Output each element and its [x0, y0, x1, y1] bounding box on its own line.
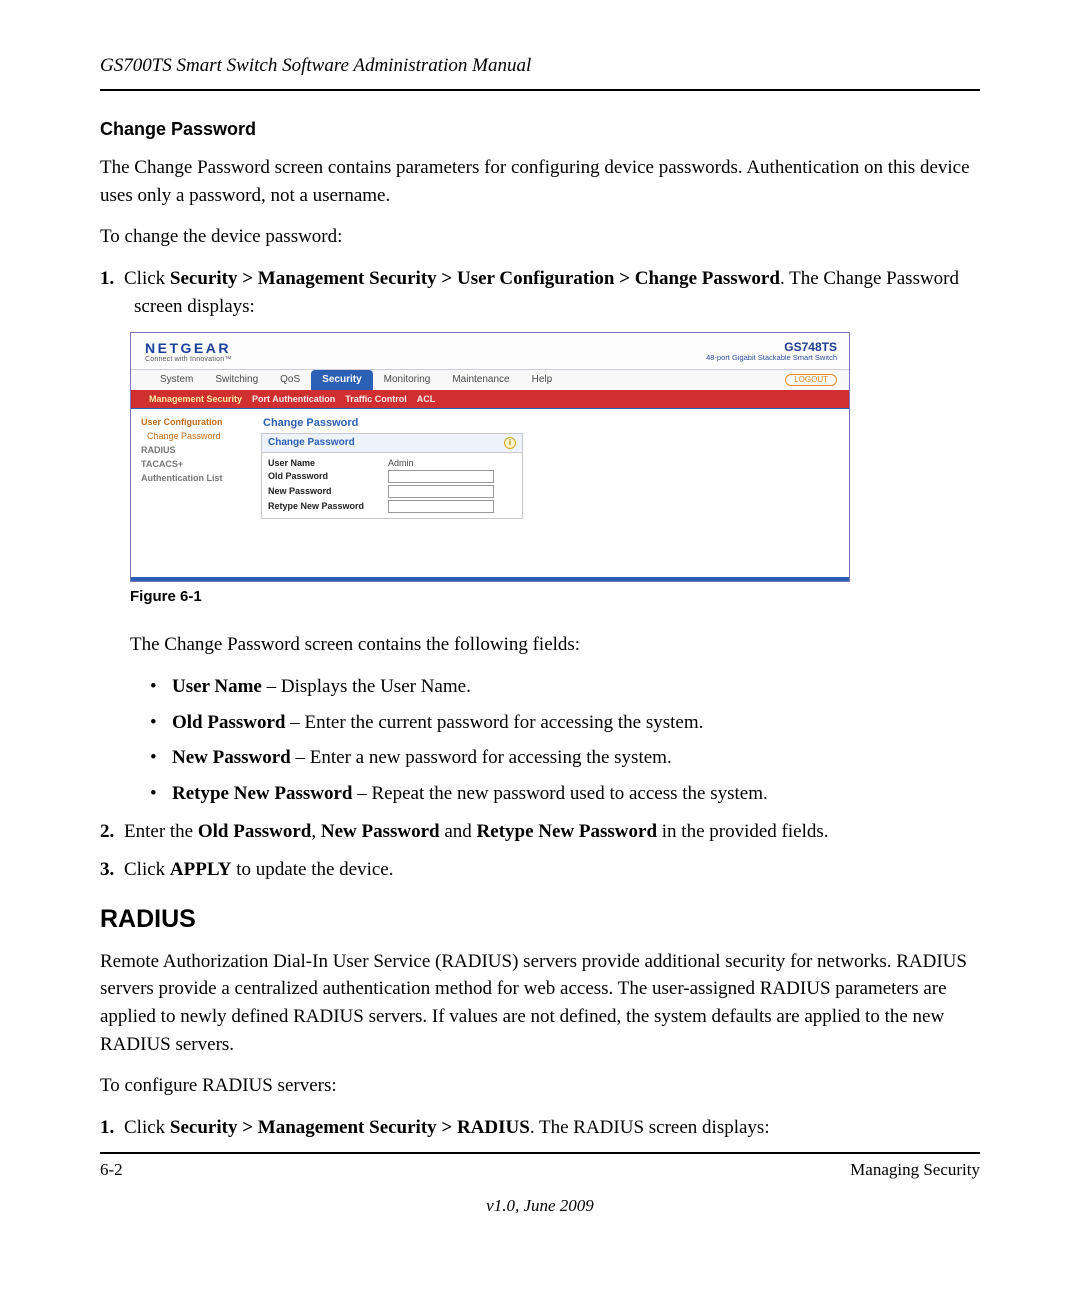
- t: in the provided fields.: [657, 821, 829, 842]
- label-retype-password: Retype New Password: [268, 501, 388, 511]
- sc-tab-row: System Switching QoS Security Monitoring…: [131, 369, 849, 390]
- bullet-user-name: User Name – Displays the User Name.: [150, 672, 980, 701]
- input-old-password[interactable]: [388, 470, 494, 483]
- sc-main: Change Password Change Password i User N…: [257, 409, 849, 577]
- fields-intro: The Change Password screen contains the …: [130, 631, 980, 659]
- model-name: GS748TS: [706, 341, 837, 354]
- heading-radius: RADIUS: [100, 905, 980, 934]
- t: New Password: [321, 821, 440, 842]
- step-2: 2.Enter the Old Password, New Password a…: [100, 818, 980, 847]
- brand-logo: NETGEAR: [145, 341, 232, 355]
- doc-title: GS700TS Smart Switch Software Administra…: [100, 55, 980, 77]
- term: New Password: [172, 747, 291, 768]
- sc-body: User Configuration Change Password RADIU…: [131, 408, 849, 577]
- step-text: Click: [124, 268, 170, 289]
- model-block: GS748TS 48-port Gigabit Stackable Smart …: [706, 341, 837, 362]
- sidebar-item-tacacs[interactable]: TACACS+: [141, 457, 251, 471]
- t: and: [440, 821, 477, 842]
- figure-caption: Figure 6-1: [130, 588, 980, 605]
- sc-sidebar: User Configuration Change Password RADIU…: [131, 409, 257, 577]
- sidebar-item-auth-list[interactable]: Authentication List: [141, 471, 251, 485]
- panel: Change Password i User Name Admin Old Pa…: [261, 433, 523, 519]
- screenshot-figure: NETGEAR Connect with Innovation™ GS748TS…: [130, 332, 850, 582]
- t: Click: [124, 1117, 170, 1138]
- sc-subtab-row: Management Security Port Authentication …: [131, 390, 849, 408]
- subtab-management-security[interactable]: Management Security: [149, 394, 242, 404]
- term: Retype New Password: [172, 783, 352, 804]
- info-icon[interactable]: i: [504, 437, 516, 449]
- step-1: 1.Click Security > Management Security >…: [100, 265, 980, 322]
- nav-path: Security > Management Security > RADIUS: [170, 1117, 530, 1138]
- panel-body: User Name Admin Old Password New Passwor…: [262, 453, 522, 518]
- row-new-pw: New Password: [268, 484, 516, 499]
- subheading-change-password: Change Password: [100, 119, 980, 140]
- subtab-acl[interactable]: ACL: [417, 394, 436, 404]
- tab-switching[interactable]: Switching: [204, 370, 269, 390]
- radius-step-1: 1.Click Security > Management Security >…: [100, 1114, 980, 1143]
- logout-button[interactable]: LOGOUT: [785, 374, 837, 386]
- horizontal-rule: [100, 1152, 980, 1154]
- tab-system[interactable]: System: [149, 370, 204, 390]
- label-user-name: User Name: [268, 458, 388, 468]
- radius-lead: To configure RADIUS servers:: [100, 1072, 980, 1100]
- brand-tagline: Connect with Innovation™: [145, 356, 232, 363]
- desc: – Enter a new password for accessing the…: [291, 747, 672, 768]
- bullet-new-password: New Password – Enter a new password for …: [150, 743, 980, 772]
- horizontal-rule: [100, 89, 980, 91]
- t: APPLY: [170, 859, 232, 880]
- step-3: 3.Click APPLY to update the device.: [100, 856, 980, 885]
- desc: – Displays the User Name.: [262, 676, 471, 697]
- model-desc: 48-port Gigabit Stackable Smart Switch: [706, 354, 837, 362]
- t: . The RADIUS screen displays:: [530, 1117, 770, 1138]
- label-old-password: Old Password: [268, 471, 388, 481]
- t: to update the device.: [232, 859, 394, 880]
- t: Old Password: [198, 821, 312, 842]
- row-retype-pw: Retype New Password: [268, 499, 516, 514]
- sidebar-item-radius[interactable]: RADIUS: [141, 443, 251, 457]
- input-retype-password[interactable]: [388, 500, 494, 513]
- bullet-retype-password: Retype New Password – Repeat the new pas…: [150, 779, 980, 808]
- panel-outer-title: Change Password: [261, 415, 839, 433]
- sidebar-item-user-config[interactable]: User Configuration: [141, 415, 251, 429]
- version-line: v1.0, June 2009: [100, 1196, 980, 1216]
- sc-bottom-bar: [131, 577, 849, 581]
- t: Enter the: [124, 821, 198, 842]
- nav-path: Security > Management Security > User Co…: [170, 268, 780, 289]
- tab-maintenance[interactable]: Maintenance: [441, 370, 520, 390]
- row-user: User Name Admin: [268, 457, 516, 469]
- subtab-port-auth[interactable]: Port Authentication: [252, 394, 335, 404]
- input-new-password[interactable]: [388, 485, 494, 498]
- desc: – Repeat the new password used to access…: [352, 783, 767, 804]
- t: Click: [124, 859, 170, 880]
- panel-head: Change Password i: [262, 434, 522, 453]
- procedure-lead: To change the device password:: [100, 223, 980, 251]
- section-name: Managing Security: [850, 1160, 980, 1180]
- sidebar-item-change-password[interactable]: Change Password: [141, 429, 251, 443]
- tab-help[interactable]: Help: [521, 370, 564, 390]
- bullet-old-password: Old Password – Enter the current passwor…: [150, 708, 980, 737]
- row-old-pw: Old Password: [268, 469, 516, 484]
- intro-paragraph: The Change Password screen contains para…: [100, 154, 980, 209]
- term: User Name: [172, 676, 262, 697]
- panel-title: Change Password: [268, 437, 355, 448]
- tab-monitoring[interactable]: Monitoring: [373, 370, 442, 390]
- term: Old Password: [172, 712, 286, 733]
- page-number: 6-2: [100, 1160, 123, 1180]
- brand-block: NETGEAR Connect with Innovation™: [145, 341, 232, 363]
- radius-paragraph: Remote Authorization Dial-In User Servic…: [100, 948, 980, 1058]
- sc-topbar: NETGEAR Connect with Innovation™ GS748TS…: [131, 333, 849, 369]
- label-new-password: New Password: [268, 486, 388, 496]
- t: ,: [311, 821, 321, 842]
- subtab-traffic-control[interactable]: Traffic Control: [345, 394, 407, 404]
- tab-qos[interactable]: QoS: [269, 370, 311, 390]
- page-footer: 6-2 Managing Security: [100, 1160, 980, 1180]
- desc: – Enter the current password for accessi…: [286, 712, 704, 733]
- tab-security[interactable]: Security: [311, 370, 372, 390]
- value-user-name: Admin: [388, 458, 414, 468]
- t: Retype New Password: [477, 821, 657, 842]
